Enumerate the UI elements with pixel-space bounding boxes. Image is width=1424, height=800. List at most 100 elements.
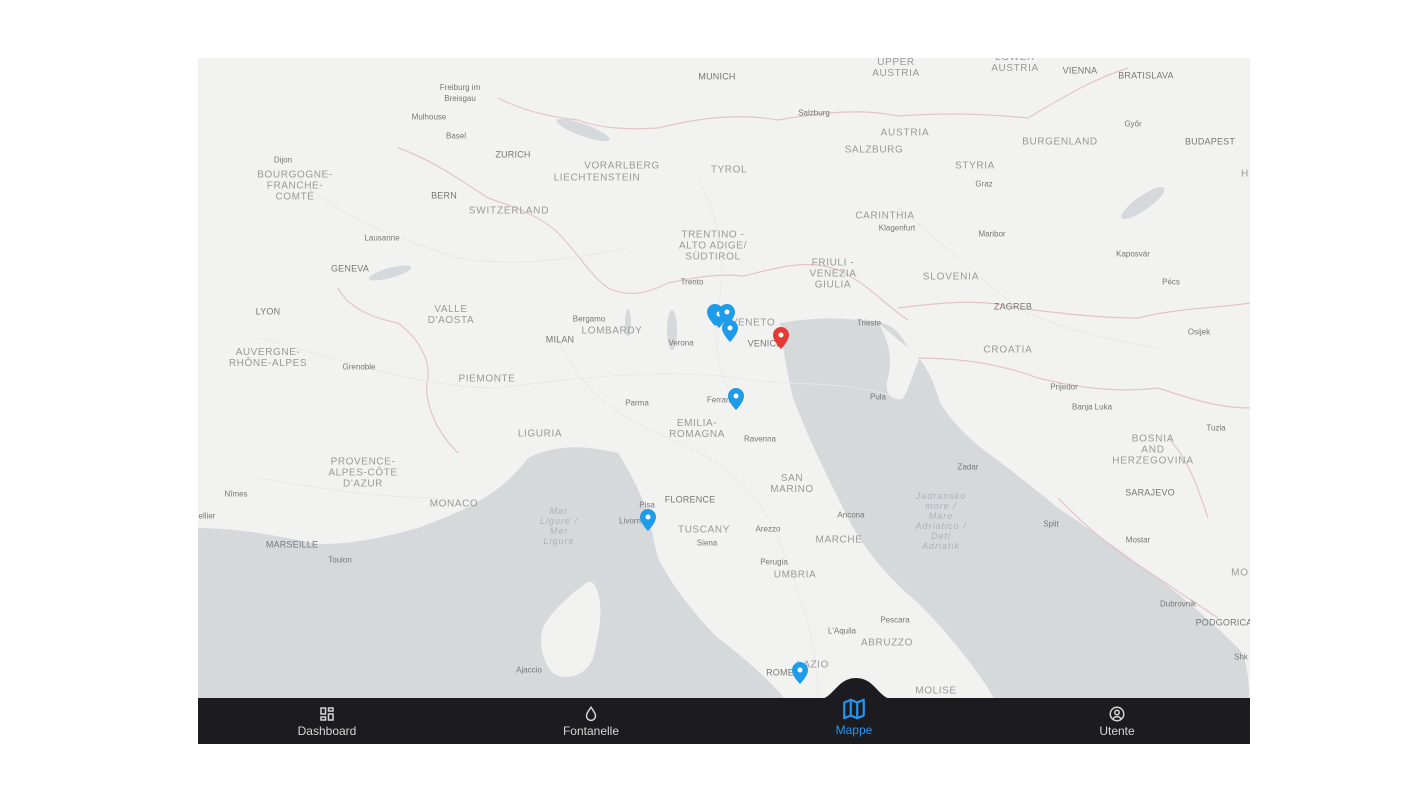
city-label-mulhouse: Mulhouse xyxy=(411,112,447,122)
city-label-graz: Graz xyxy=(975,179,993,189)
account-circle-icon xyxy=(1109,706,1125,721)
region-label-burgenland: BURGENLAND xyxy=(1022,136,1098,148)
city-label-zadar: Zadar xyxy=(957,462,979,472)
nav-item-dashboard[interactable]: Dashboard xyxy=(227,698,427,744)
region-label-marche: MARCHE xyxy=(815,534,863,546)
city-label-grenoble: Grenoble xyxy=(342,362,376,372)
city-label-tuzla: Tuzla xyxy=(1206,423,1226,433)
city-label-siena: Siena xyxy=(696,538,718,548)
map-view[interactable]: UPPER AUSTRIA LOWER AUSTRIA VIENNA BRATI… xyxy=(198,58,1250,744)
nav-item-fontanelle[interactable]: Fontanelle xyxy=(491,698,691,744)
city-label-gyor: Győr xyxy=(1124,119,1142,129)
city-label-geneva: GENEVA xyxy=(330,263,370,274)
city-label-salzburg: Salzburg xyxy=(798,108,830,118)
map-marker-4[interactable] xyxy=(722,320,738,342)
map-icon xyxy=(843,698,865,719)
region-label-salzburg: SALZBURG xyxy=(844,144,904,156)
city-label-zagreb: ZAGREB xyxy=(993,301,1033,312)
region-label-lombardy: LOMBARDY xyxy=(581,325,643,337)
nav-item-mappe[interactable]: Mappe xyxy=(754,698,954,744)
country-label-switzerland: SWITZERLAND xyxy=(468,205,550,217)
city-label-pecs: Pécs xyxy=(1162,277,1180,287)
app-frame: UPPER AUSTRIA LOWER AUSTRIA VIENNA BRATI… xyxy=(198,58,1250,744)
city-label-vienna: VIENNA xyxy=(1062,65,1098,76)
region-label-provence: PROVENCE- ALPES-CÔTE D'AZUR xyxy=(328,456,398,490)
city-label-laquila: L'Aquila xyxy=(827,626,857,636)
city-label-budapest: BUDAPEST xyxy=(1184,136,1236,147)
region-label-friuli: FRIULI - VENEZIA GIULIA xyxy=(809,257,857,291)
nav-label-mappe: Mappe xyxy=(835,722,873,737)
region-label-emilia: EMILIA- ROMAGNA xyxy=(669,418,725,440)
city-label-zurich: ZURICH xyxy=(495,149,531,160)
city-label-florence: FLORENCE xyxy=(664,494,716,505)
city-label-podgorica: PODGORICA xyxy=(1195,617,1250,628)
nav-label-dashboard: Dashboard xyxy=(297,723,357,738)
city-label-dijon: Dijon xyxy=(273,155,293,165)
country-label-austria: AUSTRIA xyxy=(880,127,930,139)
city-label-livorno: Livorn xyxy=(619,516,641,526)
city-label-pula: Pula xyxy=(869,392,887,402)
city-label-dubrovnik: Dubrovnik xyxy=(1159,599,1197,609)
city-label-ravenna: Ravenna xyxy=(743,434,777,444)
city-label-sarajevo: SARAJEVO xyxy=(1125,487,1175,498)
region-label-liguria: LIGURIA xyxy=(517,428,563,440)
map-marker-selected[interactable] xyxy=(773,327,789,349)
city-label-bratislava: BRATISLAVA xyxy=(1118,70,1174,81)
bottom-navigation-bar: Dashboard Fontanelle Mappe Utente xyxy=(198,678,1250,744)
nav-label-utente: Utente xyxy=(1099,723,1135,738)
city-label-bern: BERN xyxy=(431,190,457,201)
city-label-shk: Shk xyxy=(1234,652,1248,662)
city-label-nimes: Nîmes xyxy=(224,489,248,499)
country-label-croatia: CROATIA xyxy=(983,344,1033,356)
city-label-klagenfurt: Klagenfurt xyxy=(878,223,916,233)
city-label-milan: MILAN xyxy=(545,334,575,345)
city-label-kaposvar: Kaposvár xyxy=(1116,249,1150,259)
city-label-prijedor: Prijedor xyxy=(1050,382,1078,392)
region-label-abruzzo: ABRUZZO xyxy=(861,637,913,649)
region-label-liechtenstein: LIECHTENSTEIN xyxy=(553,172,641,184)
nav-item-utente[interactable]: Utente xyxy=(1017,698,1217,744)
country-label-slovenia: SLOVENIA xyxy=(922,271,980,283)
sea-label-ligurian: Mar Ligure / Mer Ligure xyxy=(539,506,579,546)
city-label-toulon: Toulon xyxy=(328,555,352,565)
city-label-maribor: Maribor xyxy=(978,229,1006,239)
country-label-hungary-partial: H xyxy=(1240,168,1250,180)
map-marker-7[interactable] xyxy=(792,662,808,684)
city-label-trento: Trento xyxy=(680,277,704,287)
region-label-trentino: TRENTINO - ALTO ADIGE/ SÜDTIROL xyxy=(679,229,747,263)
region-label-piemonte: PIEMONTE xyxy=(458,373,516,385)
nav-label-fontanelle: Fontanelle xyxy=(562,723,620,738)
city-label-banja-luka: Banja Luka xyxy=(1071,402,1113,412)
water-drop-icon xyxy=(585,705,597,721)
region-label-carinthia: CARINTHIA xyxy=(855,210,915,222)
city-label-ancona: Ancona xyxy=(837,510,865,520)
region-label-styria: STYRIA xyxy=(955,160,995,172)
country-label-montenegro-partial: MO xyxy=(1231,567,1249,579)
map-marker-6[interactable] xyxy=(640,509,656,531)
city-label-osijek: Osijek xyxy=(1187,327,1211,337)
city-label-montpellier: ellier xyxy=(198,511,216,521)
dashboard-icon xyxy=(320,706,334,721)
city-label-bergamo: Bergamo xyxy=(572,314,606,324)
city-label-lyon: LYON xyxy=(255,306,281,317)
region-label-bourgogne: BOURGOGNE- FRANCHE- COMTÉ xyxy=(257,169,333,203)
region-label-tuscany: TUSCANY xyxy=(678,524,730,536)
city-label-lausanne: Lausanne xyxy=(364,233,400,243)
region-label-upper-austria: UPPER AUSTRIA xyxy=(872,58,920,79)
region-label-monaco: MONACO xyxy=(429,498,479,510)
region-label-molise: MOLISE xyxy=(915,685,957,697)
country-label-bosnia: BOSNIA AND HERZEGOVINA xyxy=(1112,433,1194,467)
city-label-trieste: Trieste xyxy=(856,318,882,328)
region-label-lower-austria: LOWER AUSTRIA xyxy=(991,58,1039,74)
city-label-verona: Verona xyxy=(668,338,694,348)
region-label-valle-daosta: VALLE D'AOSTA xyxy=(427,304,475,326)
city-label-basel: Basel xyxy=(445,131,467,141)
city-label-ajaccio: Ajaccio xyxy=(516,665,542,675)
city-label-parma: Parma xyxy=(625,398,649,408)
city-label-freiburg: Freiburg im Breisgau xyxy=(439,83,481,103)
map-marker-5[interactable] xyxy=(728,388,744,410)
city-label-munich: MUNICH xyxy=(698,71,736,82)
region-label-san-marino: SAN MARINO xyxy=(770,473,814,495)
region-label-auvergne: AUVERGNE- RHÔNE-ALPES xyxy=(228,347,308,369)
region-label-vorarlberg: VORARLBERG xyxy=(584,160,660,172)
